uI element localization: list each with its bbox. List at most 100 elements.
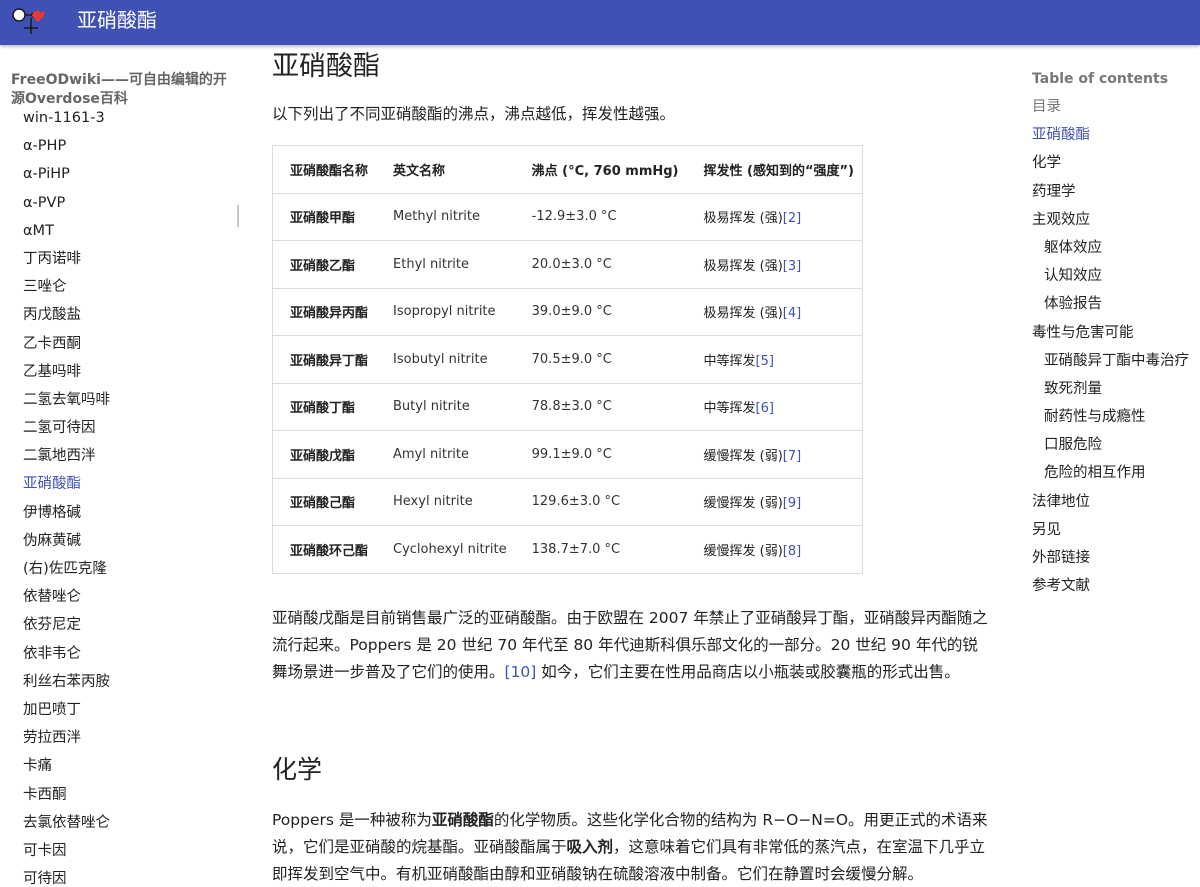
volatility-cell: 中等挥发[5]: [686, 335, 863, 383]
table-row: 亚硝酸丁酯 Butyl nitrite 78.8±3.0 °C 中等挥发[6]: [272, 382, 863, 431]
volatility: 中等挥发: [703, 401, 756, 417]
sidebar-item[interactable]: 劳拉西泮: [23, 724, 110, 752]
boiling-point: 39.0±9.0 °C: [514, 287, 687, 336]
sidebar-item[interactable]: 加巴喷丁: [23, 696, 110, 724]
toc-item[interactable]: 主观效应: [1032, 206, 1200, 234]
volatility-cell: 极易挥发 (强)[3]: [686, 240, 863, 288]
toc-subitem[interactable]: 致死剂量: [1032, 375, 1200, 403]
nitrite-name: 亚硝酸甲酯: [272, 192, 377, 241]
reference-link[interactable]: [5]: [756, 354, 774, 369]
volatility: 缓慢挥发 (弱): [703, 496, 783, 512]
english-name: Amyl nitrite: [376, 430, 515, 478]
toc-item[interactable]: 药理学: [1032, 178, 1200, 206]
nitrite-name: 亚硝酸戊酯: [272, 430, 377, 478]
sidebar-item[interactable]: 二氢去氧吗啡: [23, 386, 110, 414]
sidebar-item[interactable]: (右)佐匹克隆: [23, 555, 110, 583]
volatility: 缓慢挥发 (弱): [703, 448, 783, 464]
toc-item[interactable]: 外部链接: [1032, 544, 1200, 572]
toc-subitem[interactable]: 躯体效应: [1032, 234, 1200, 262]
sidebar-item[interactable]: α-PHP: [23, 132, 110, 160]
toc-item[interactable]: 法律地位: [1032, 488, 1200, 516]
volatility: 极易挥发 (强): [703, 306, 783, 322]
reference-link[interactable]: [2]: [783, 211, 801, 226]
volatility-cell: 缓慢挥发 (弱)[8]: [686, 525, 863, 573]
table-row: 亚硝酸己酯 Hexyl nitrite 129.6±3.0 °C 缓慢挥发 (弱…: [272, 477, 863, 526]
boiling-point: -12.9±3.0 °C: [514, 192, 687, 241]
sidebar-item[interactable]: 丁丙诺啡: [23, 245, 110, 273]
sidebar-item[interactable]: 乙卡西酮: [23, 330, 110, 358]
sidebar-item[interactable]: 可卡因: [23, 837, 110, 865]
boiling-point: 99.1±9.0 °C: [514, 430, 687, 478]
volatility-cell: 缓慢挥发 (弱)[9]: [686, 477, 863, 526]
english-name: Ethyl nitrite: [376, 240, 515, 288]
boiling-point: 78.8±3.0 °C: [514, 382, 687, 431]
toc-subitem[interactable]: 认知效应: [1032, 262, 1200, 290]
table-row: 亚硝酸异丁酯 Isobutyl nitrite 70.5±9.0 °C 中等挥发…: [272, 335, 863, 383]
column-header: 沸点 (°C, 760 mmHg): [514, 145, 687, 193]
sidebar-item-active[interactable]: 亚硝酸酯: [23, 470, 110, 498]
sidebar-item[interactable]: 卡西酮: [23, 781, 110, 809]
odwiki-logo-icon[interactable]: [10, 4, 46, 40]
table-of-contents: Table of contents 目录 亚硝酸酯 化学 药理学 主观效应 躯体…: [1032, 68, 1200, 600]
toc-item[interactable]: 化学: [1032, 149, 1200, 177]
sidebar-item[interactable]: 卡痛: [23, 752, 110, 780]
english-name: Isopropyl nitrite: [376, 287, 515, 336]
toc-item[interactable]: 毒性与危害可能: [1032, 319, 1200, 347]
sidebar-item[interactable]: 三唑仑: [23, 273, 110, 301]
sidebar-item[interactable]: αMT: [23, 217, 110, 245]
table-row: 亚硝酸乙酯 Ethyl nitrite 20.0±3.0 °C 极易挥发 (强)…: [272, 240, 863, 288]
reference-link[interactable]: [8]: [783, 544, 801, 559]
nitrite-name: 亚硝酸己酯: [272, 477, 377, 526]
reference-link[interactable]: [7]: [783, 449, 801, 464]
boiling-point: 70.5±9.0 °C: [514, 335, 687, 383]
toc-subitem[interactable]: 口服危险: [1032, 431, 1200, 459]
toc-subitem[interactable]: 耐药性与成瘾性: [1032, 403, 1200, 431]
toc-subitem[interactable]: 亚硝酸异丁酯中毒治疗: [1032, 347, 1200, 375]
intro-text: 以下列出了不同亚硝酸酯的沸点，沸点越低，挥发性越强。: [272, 105, 676, 123]
volatility: 中等挥发: [703, 353, 756, 369]
table-row: 亚硝酸异丙酯 Isopropyl nitrite 39.0±9.0 °C 极易挥…: [272, 287, 863, 336]
sidebar-item[interactable]: 二氢可待因: [23, 414, 110, 442]
toc-subitem[interactable]: 危险的相互作用: [1032, 459, 1200, 487]
toc-subitem[interactable]: 体验报告: [1032, 290, 1200, 318]
volatility-cell: 极易挥发 (强)[2]: [686, 192, 863, 241]
sidebar-item[interactable]: 二氯地西泮: [23, 442, 110, 470]
toc-title: Table of contents: [1032, 71, 1169, 87]
sidebar-item[interactable]: 依替唑仑: [23, 583, 110, 611]
site-title[interactable]: 亚硝酸酯: [77, 8, 157, 32]
sidebar-item[interactable]: 依非韦仑: [23, 640, 110, 668]
reference-link[interactable]: [4]: [783, 306, 801, 321]
table-row: 亚硝酸环己酯 Cyclohexyl nitrite 138.7±7.0 °C 缓…: [272, 525, 863, 573]
toc-item[interactable]: 目录: [1032, 93, 1200, 121]
table-header-row: 亚硝酸酯名称 英文名称 沸点 (°C, 760 mmHg) 挥发性 (感知到的“…: [272, 145, 863, 193]
sidebar-list: win-1161-3 α-PHP α-PiHP α-PVP αMT 丁丙诺啡 三…: [23, 104, 110, 887]
english-name: Butyl nitrite: [376, 382, 515, 431]
column-header: 亚硝酸酯名称: [272, 145, 377, 193]
wiki-name[interactable]: FreeODwiki——可自由编辑的开源Overdose百科: [11, 71, 236, 109]
reference-link[interactable]: [9]: [783, 496, 801, 511]
toc-item-active[interactable]: 亚硝酸酯: [1032, 121, 1200, 149]
volatility: 极易挥发 (强): [703, 258, 783, 274]
reference-link[interactable]: [6]: [756, 401, 774, 416]
toc-item[interactable]: 参考文献: [1032, 572, 1200, 600]
sidebar-item[interactable]: α-PiHP: [23, 160, 110, 188]
chemistry-paragraph: Poppers 是一种被称为亚硝酸酯的化学物质。这些化学化合物的结构为 R−O−…: [272, 807, 990, 887]
sidebar-item[interactable]: 依芬尼定: [23, 611, 110, 639]
reference-link[interactable]: [3]: [783, 259, 801, 274]
table-row: 亚硝酸戊酯 Amyl nitrite 99.1±9.0 °C 缓慢挥发 (弱)[…: [272, 430, 863, 478]
bold-term: 亚硝酸酯: [431, 811, 494, 829]
sidebar-item[interactable]: 利丝右苯丙胺: [23, 668, 110, 696]
sidebar-item[interactable]: 伪麻黄碱: [23, 527, 110, 555]
sidebar-item[interactable]: 去氯依替唑仑: [23, 809, 110, 837]
sidebar-item[interactable]: 丙戊酸盐: [23, 301, 110, 329]
toc-item[interactable]: 另见: [1032, 516, 1200, 544]
sidebar-item[interactable]: 伊博格碱: [23, 499, 110, 527]
sidebar-item[interactable]: 可待因: [23, 865, 110, 887]
boiling-point: 129.6±3.0 °C: [514, 477, 687, 526]
sidebar-scrollbar[interactable]: [237, 205, 239, 227]
toc-list: 目录 亚硝酸酯 化学 药理学 主观效应 躯体效应 认知效应 体验报告 毒性与危害…: [1032, 93, 1200, 600]
sidebar-item[interactable]: 乙基吗啡: [23, 358, 110, 386]
left-sidebar: win-1161-3 α-PHP α-PiHP α-PVP αMT 丁丙诺啡 三…: [0, 45, 240, 887]
reference-link[interactable]: [10]: [505, 663, 537, 681]
sidebar-item[interactable]: α-PVP: [23, 189, 110, 217]
